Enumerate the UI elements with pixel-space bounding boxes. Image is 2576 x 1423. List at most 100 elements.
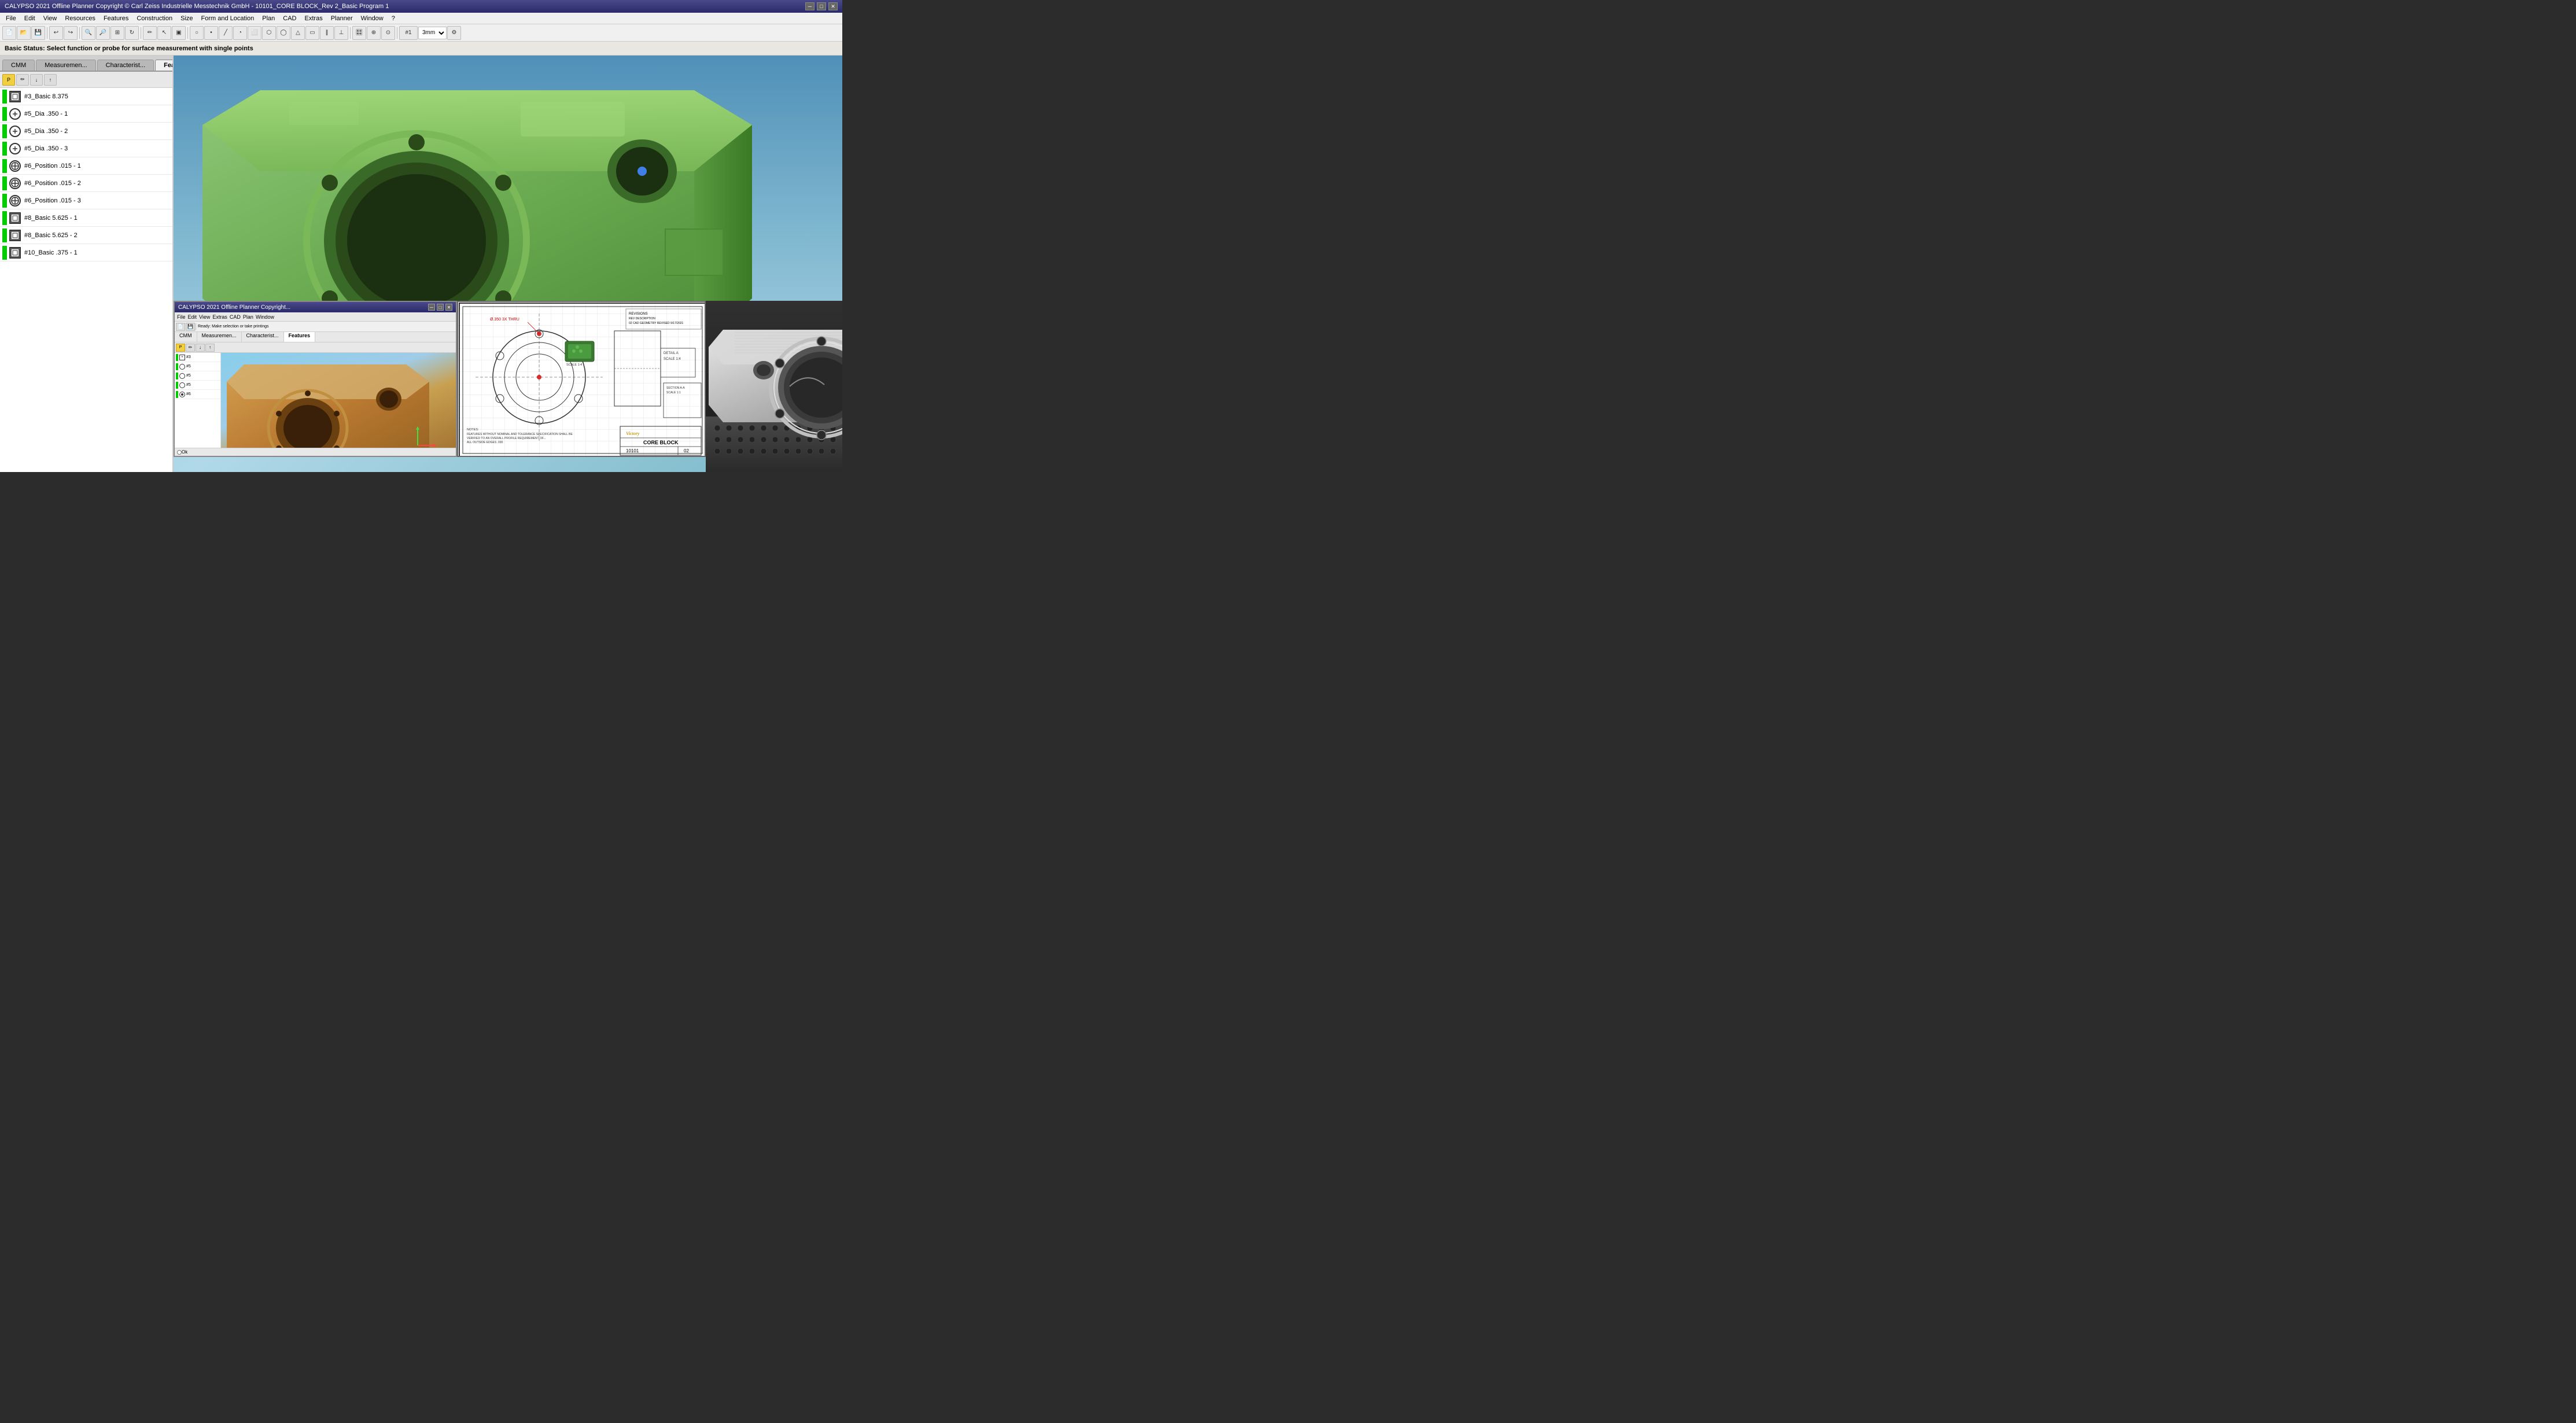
tb-pencil[interactable]: ✏ xyxy=(143,26,157,40)
menu-form-location[interactable]: Form and Location xyxy=(198,14,258,23)
sub-panel-toolbar: P ✏ ↓ ↑ xyxy=(175,342,456,353)
tb-cone[interactable]: △ xyxy=(291,26,305,40)
tb-sep2 xyxy=(79,27,80,39)
sub-minimize[interactable]: ─ xyxy=(428,304,435,311)
tab-measurement[interactable]: Measuremen... xyxy=(36,60,95,71)
sub-panel-down[interactable]: ↓ xyxy=(196,344,205,352)
photo-panel xyxy=(706,301,842,472)
menu-planner[interactable]: Planner xyxy=(327,14,356,23)
sub-feat-1[interactable]: + #3 xyxy=(175,353,220,362)
tb-point[interactable]: • xyxy=(204,26,218,40)
tb-redo[interactable]: ↪ xyxy=(64,26,78,40)
feature-item-1[interactable]: #3_Basic 8.375 xyxy=(0,88,172,105)
tb-zoom-fit[interactable]: ⊞ xyxy=(110,26,124,40)
sub-tb-1[interactable]: 📄 xyxy=(176,323,185,331)
sub-close[interactable]: ✕ xyxy=(445,304,452,311)
menu-edit[interactable]: Edit xyxy=(21,14,39,23)
tb-cylinder[interactable]: ⬡ xyxy=(262,26,276,40)
sub-tab-char[interactable]: Characterist... xyxy=(242,332,284,342)
maximize-button[interactable]: □ xyxy=(817,2,826,10)
tb-new[interactable]: 📄 xyxy=(2,26,16,40)
sub-tb-2[interactable]: 💾 xyxy=(186,323,195,331)
tb-sphere[interactable]: ◯ xyxy=(277,26,290,40)
sub-menu-view[interactable]: View xyxy=(199,314,210,320)
feature-item-9[interactable]: #8_Basic 5.625 - 2 xyxy=(0,227,172,244)
tb-slot[interactable]: ▭ xyxy=(305,26,319,40)
tb-sep4 xyxy=(187,27,188,39)
feature-item-7[interactable]: #6_Position .015 - 3 xyxy=(0,192,172,209)
menu-extras[interactable]: Extras xyxy=(301,14,326,23)
tb-settings[interactable]: ⚙ xyxy=(447,26,461,40)
feature-item-3[interactable]: #5_Dia .350 - 2 xyxy=(0,123,172,140)
sub-menu-file[interactable]: File xyxy=(177,314,186,320)
tb-parallel[interactable]: ∥ xyxy=(320,26,334,40)
menu-help[interactable]: ? xyxy=(388,14,399,23)
close-button[interactable]: ✕ xyxy=(828,2,838,10)
sub-tab-feat[interactable]: Features xyxy=(284,332,316,342)
panel-pin[interactable]: P xyxy=(2,74,15,86)
sub-maximize[interactable]: □ xyxy=(437,304,444,311)
tb-zoom-in[interactable]: 🔍 xyxy=(82,26,95,40)
feature-label-3: #5_Dia .350 - 2 xyxy=(24,128,68,135)
sub-tab-cmm[interactable]: CMM xyxy=(175,332,197,342)
svg-text:ALL OUTSIDE EDGES .030: ALL OUTSIDE EDGES .030 xyxy=(467,441,503,444)
tb-circle[interactable]: ○ xyxy=(190,26,204,40)
sub-radio[interactable] xyxy=(177,450,182,455)
tb-cursor[interactable]: ↖ xyxy=(157,26,171,40)
panel-down[interactable]: ↓ xyxy=(30,74,43,86)
tab-cmm[interactable]: CMM xyxy=(2,60,35,71)
tb-line[interactable]: ╱ xyxy=(219,26,233,40)
tb-undo[interactable]: ↩ xyxy=(49,26,63,40)
tb-rotate[interactable]: ↻ xyxy=(125,26,139,40)
sub-panel-pin[interactable]: P xyxy=(176,344,185,352)
sub-feat-2[interactable]: #5 xyxy=(175,362,220,371)
tb-perp[interactable]: ⊥ xyxy=(334,26,348,40)
sub-feat-5[interactable]: #6 xyxy=(175,390,220,399)
tb-save[interactable]: 💾 xyxy=(31,26,45,40)
menu-cad[interactable]: CAD xyxy=(279,14,300,23)
feature-item-2[interactable]: #5_Dia .350 - 1 xyxy=(0,105,172,123)
feature-item-4[interactable]: #5_Dia .350 - 3 xyxy=(0,140,172,157)
menu-plan[interactable]: Plan xyxy=(259,14,278,23)
tb-open[interactable]: 📂 xyxy=(17,26,31,40)
sub-tab-meas[interactable]: Measuremen... xyxy=(197,332,242,342)
tb-select[interactable]: ▣ xyxy=(172,26,186,40)
tab-features[interactable]: Features xyxy=(155,60,174,71)
tb-arc[interactable]: ◔ xyxy=(233,26,247,40)
panel-up[interactable]: ↑ xyxy=(44,74,57,86)
tb-plane[interactable]: ⬜ xyxy=(248,26,261,40)
menu-features[interactable]: Features xyxy=(100,14,132,23)
viewport-3d[interactable]: Z Y X CALYPSO 2021 Offline Planner Copyr… xyxy=(174,56,842,472)
sub-menu-plan[interactable]: Plan xyxy=(243,314,253,320)
feature-item-8[interactable]: #8_Basic 5.625 - 1 xyxy=(0,209,172,227)
menu-view[interactable]: View xyxy=(40,14,61,23)
menu-construction[interactable]: Construction xyxy=(133,14,176,23)
sub-panel-edit[interactable]: ✏ xyxy=(186,344,195,352)
tb-probe-b[interactable]: ⊙ xyxy=(381,26,395,40)
feature-item-6[interactable]: #6_Position .015 - 2 xyxy=(0,175,172,192)
feature-item-5[interactable]: #6_Position .015 - 1 xyxy=(0,157,172,175)
tb-probe-ctrl[interactable]: 🎛 xyxy=(352,26,366,40)
sub-feat-4[interactable]: #5 xyxy=(175,381,220,390)
sub-menu-edit[interactable]: Edit xyxy=(188,314,197,320)
sub-panel-up[interactable]: ↑ xyxy=(205,344,215,352)
sub-menu-cad[interactable]: CAD xyxy=(230,314,241,320)
minimize-button[interactable]: ─ xyxy=(805,2,815,10)
menu-file[interactable]: File xyxy=(2,14,20,23)
menu-size[interactable]: Size xyxy=(177,14,196,23)
menu-window[interactable]: Window xyxy=(358,14,387,23)
sub-feat-3[interactable]: #5 xyxy=(175,371,220,381)
panel-edit[interactable]: ✏ xyxy=(16,74,29,86)
probe-size-select[interactable]: 3mm 1mm 5mm xyxy=(418,27,447,39)
feature-item-10[interactable]: #10_Basic .375 - 1 xyxy=(0,244,172,261)
sub-menu-window[interactable]: Window xyxy=(256,314,274,320)
tb-probe-a[interactable]: ⊕ xyxy=(367,26,381,40)
feature-icon-9 xyxy=(9,230,21,241)
tb-zoom-out[interactable]: 🔎 xyxy=(96,26,110,40)
sub-3d-view[interactable] xyxy=(221,353,456,456)
tab-characteristics[interactable]: Characterist... xyxy=(97,60,154,71)
svg-text:NOTES:: NOTES: xyxy=(467,428,479,432)
menu-resources[interactable]: Resources xyxy=(61,14,99,23)
feature-icon-1 xyxy=(9,91,21,102)
sub-menu-extras[interactable]: Extras xyxy=(212,314,227,320)
